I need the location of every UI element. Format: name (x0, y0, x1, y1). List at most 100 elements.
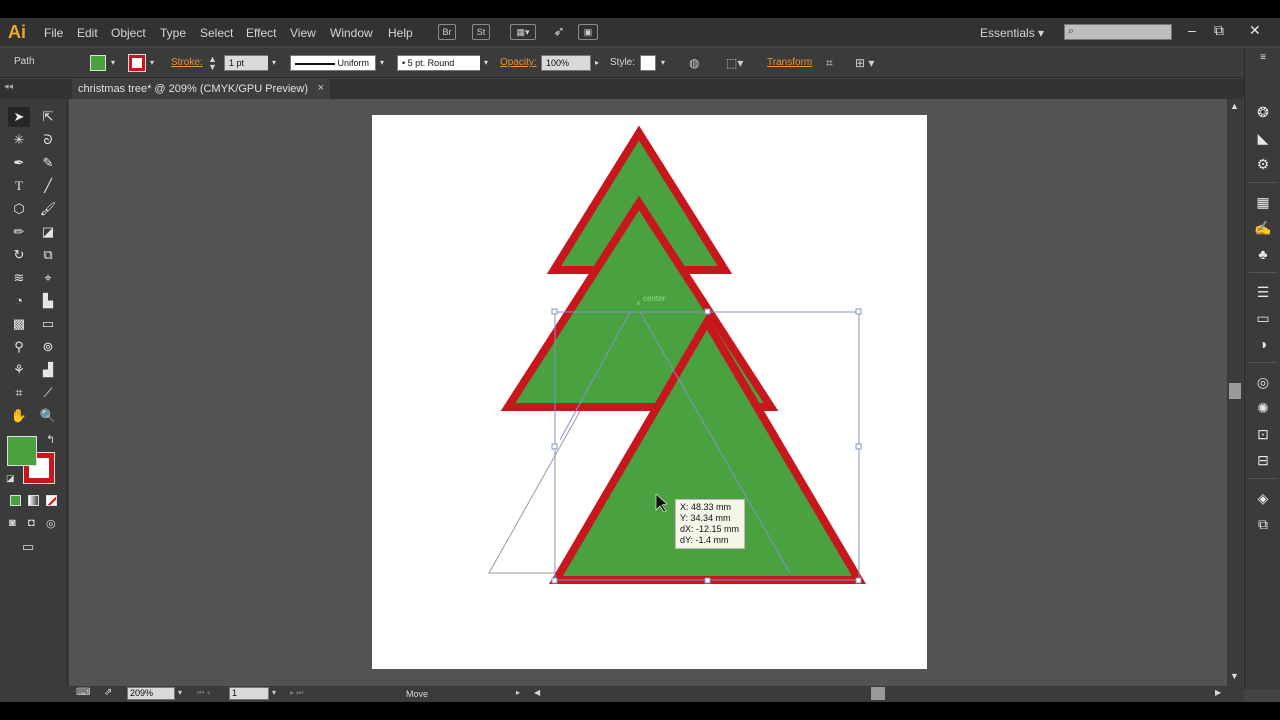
collapse-panel-icon[interactable]: ◂◂ (4, 81, 13, 92)
free-transform-tool-icon[interactable]: ⌖ (37, 268, 59, 288)
handle-middle-right[interactable] (855, 443, 862, 450)
handle-bottom-left[interactable] (551, 577, 558, 584)
stroke-swatch[interactable] (128, 54, 146, 72)
none-mode-icon[interactable] (46, 495, 57, 506)
zoom-dropdown-icon[interactable]: ▾ (178, 688, 182, 697)
handle-top-center[interactable] (704, 308, 711, 315)
horizontal-scroll-thumb[interactable] (871, 687, 885, 700)
graphic-styles-icon[interactable]: ✺ (1253, 400, 1273, 418)
arrange-icon[interactable]: ⊞ ▾ (855, 56, 874, 70)
scale-tool-icon[interactable]: ⧉ (37, 245, 59, 265)
arrange-documents-icon[interactable]: ▦▾ (510, 24, 536, 40)
align-icon[interactable]: ⬚▾ (726, 56, 743, 70)
gpu-preview-icon[interactable]: ⌨ (76, 687, 90, 698)
bridge-button[interactable]: Br (438, 24, 456, 40)
brush-dropdown-icon[interactable]: ▾ (480, 55, 492, 71)
stroke-panel-icon[interactable]: ☰ (1253, 284, 1273, 302)
color-mode-icon[interactable] (10, 495, 21, 506)
libraries-icon[interactable]: ⚙ (1253, 156, 1273, 174)
minimize-icon[interactable]: – (1188, 22, 1196, 38)
handle-middle-left[interactable] (551, 443, 558, 450)
opacity-field[interactable]: 100% (541, 55, 591, 71)
menu-help[interactable]: Help (388, 26, 413, 40)
transparency-panel-icon[interactable]: ◑ (1253, 336, 1273, 354)
menu-object[interactable]: Object (111, 26, 146, 40)
curvature-tool-icon[interactable]: ✎ (37, 153, 59, 173)
eyedropper-tool-icon[interactable]: ⚲ (8, 337, 30, 357)
polygon-tool-icon[interactable]: ⬡ (8, 199, 30, 219)
first-artboard-icon[interactable]: ⏮ ◂ (197, 688, 210, 698)
handle-bottom-center[interactable] (704, 577, 711, 584)
symbol-sprayer-tool-icon[interactable]: ⚘ (8, 360, 30, 380)
menu-select[interactable]: Select (200, 26, 233, 40)
swap-colors-icon[interactable]: ↰ (46, 433, 55, 446)
color-panel-icon[interactable]: ❂ (1253, 104, 1273, 122)
brushes-icon[interactable]: ✍ (1253, 220, 1273, 238)
tab-close-icon[interactable]: × (318, 82, 324, 94)
stroke-weight-field[interactable]: 1 pt (224, 55, 270, 71)
layers-panel-icon[interactable]: ◈ (1253, 490, 1273, 508)
selection-tool-icon[interactable]: ➤ (8, 107, 30, 127)
pen-tool-icon[interactable]: ✒ (8, 153, 30, 173)
line-tool-icon[interactable]: ╱ (37, 176, 59, 196)
close-icon[interactable]: ✕ (1249, 22, 1261, 39)
zoom-field[interactable]: 209% (127, 687, 175, 700)
gradient-tool-icon[interactable]: ▭ (37, 314, 59, 334)
blend-tool-icon[interactable]: ⊚ (37, 337, 59, 357)
menu-file[interactable]: File (44, 26, 63, 40)
graphic-style-swatch[interactable] (640, 55, 656, 71)
rotate-tool-icon[interactable]: ↻ (8, 245, 30, 265)
mesh-tool-icon[interactable]: ▩ (8, 314, 30, 334)
stroke-dropdown-icon[interactable]: ▾ (146, 55, 158, 71)
width-tool-icon[interactable]: ≋ (8, 268, 30, 288)
send-icon[interactable]: ➶ (550, 24, 568, 40)
draw-normal-icon[interactable]: ◙ (9, 517, 16, 529)
scroll-left-icon[interactable]: ◀ (534, 688, 540, 697)
stock-button[interactable]: St (472, 24, 490, 40)
document-tab[interactable]: christmas tree* @ 209% (CMYK/GPU Preview… (72, 79, 330, 99)
vertical-scrollbar[interactable]: ▲ ▼ (1227, 99, 1243, 686)
appearance-panel-icon[interactable]: ◎ (1253, 374, 1273, 392)
type-tool-icon[interactable]: T (8, 176, 30, 196)
handle-bottom-right[interactable] (855, 577, 862, 584)
color-guide-icon[interactable]: ◣ (1253, 130, 1273, 148)
stroke-label[interactable]: Stroke: (171, 57, 203, 68)
column-graph-tool-icon[interactable]: ▟ (37, 360, 59, 380)
opacity-label[interactable]: Opacity: (500, 57, 537, 68)
fill-swatch[interactable] (90, 55, 106, 71)
menu-effect[interactable]: Effect (246, 26, 276, 40)
zoom-tool-icon[interactable]: 🔍 (37, 406, 59, 426)
scroll-down-icon[interactable]: ▼ (1230, 671, 1239, 681)
align-panel-icon[interactable]: ⊟ (1253, 452, 1273, 470)
style-dropdown-icon[interactable]: ▾ (657, 55, 669, 71)
artboard-dropdown-icon[interactable]: ▾ (272, 688, 276, 697)
default-colors-icon[interactable]: ◪ (6, 473, 15, 484)
scroll-up-icon[interactable]: ▲ (1230, 101, 1239, 111)
handle-top-right[interactable] (855, 308, 862, 315)
pencil-tool-icon[interactable]: ✏ (8, 222, 30, 242)
swatches-icon[interactable]: ▦ (1253, 194, 1273, 212)
gradient-mode-icon[interactable] (28, 495, 39, 506)
lasso-tool-icon[interactable]: ᘐ (37, 130, 59, 150)
brush-definition[interactable]: • 5 pt. Round (397, 55, 481, 71)
artboard-number-field[interactable]: 1 (229, 687, 269, 700)
hand-tool-icon[interactable]: ✋ (8, 406, 30, 426)
shape-builder-tool-icon[interactable]: ◔ (8, 291, 30, 311)
symbols-icon[interactable]: ♣ (1253, 246, 1273, 264)
magic-wand-tool-icon[interactable]: ✳ (8, 130, 30, 150)
recolor-artwork-icon[interactable]: ◍ (689, 56, 699, 70)
eraser-tool-icon[interactable]: ◪ (37, 222, 59, 242)
gpu-performance-icon[interactable]: ▣ (578, 24, 598, 40)
gradient-panel-icon[interactable]: ▭ (1253, 310, 1273, 328)
fill-color-box[interactable] (7, 436, 37, 466)
dock-menu-icon[interactable]: ≡ (1253, 52, 1273, 70)
canvas-area[interactable]: center × X: 48.33 mm Y: 34.34 mm dX: -12… (69, 99, 1227, 686)
stroke-stepper-icon[interactable]: ▲ ▼ (208, 55, 217, 72)
variable-width-profile[interactable]: Uniform (290, 55, 376, 71)
vertical-scroll-thumb[interactable] (1229, 383, 1241, 399)
artboard-tool-icon[interactable]: ⌗ (8, 383, 30, 403)
paintbrush-tool-icon[interactable]: 🖌 (37, 199, 59, 219)
slice-tool-icon[interactable]: ⟋ (37, 383, 59, 403)
scroll-right-icon[interactable]: ▶ (1215, 688, 1221, 697)
direct-selection-tool-icon[interactable]: ⇱ (37, 107, 59, 127)
